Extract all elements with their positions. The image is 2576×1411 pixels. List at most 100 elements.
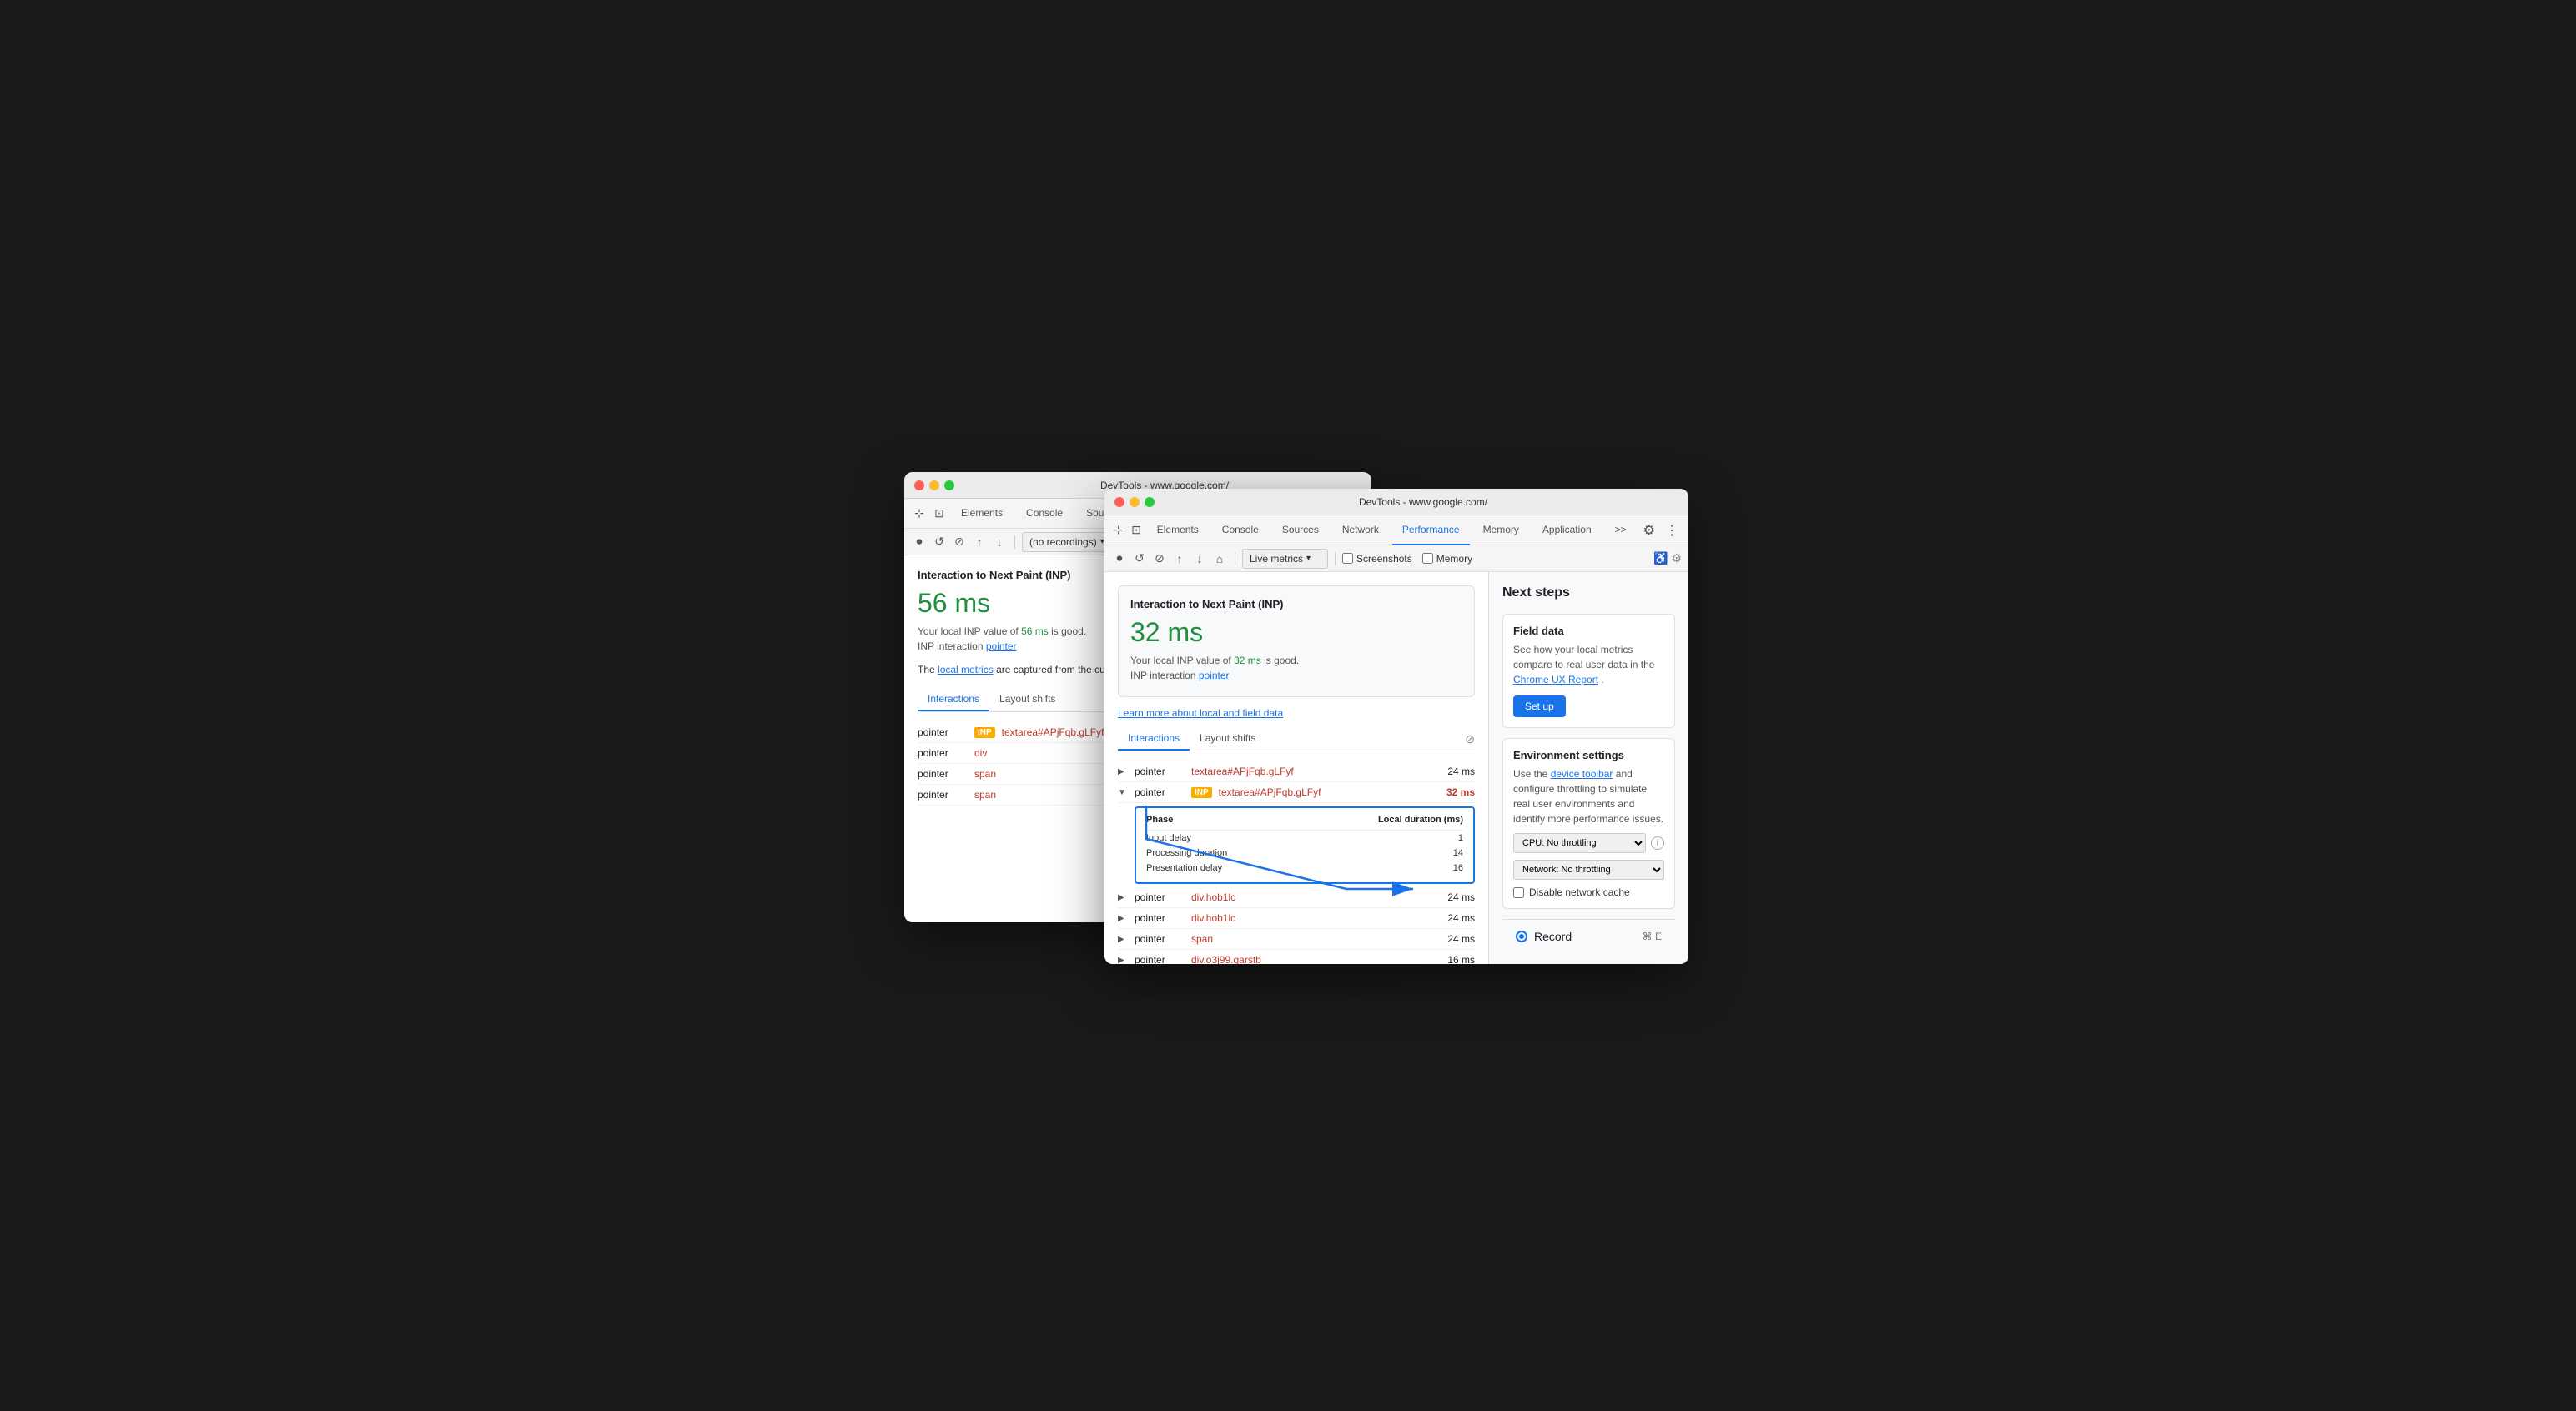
devtools-window-front: DevTools - www.google.com/ ⊹ ⊡ Elements … xyxy=(1104,489,1688,964)
row-arrow-front-3[interactable]: ▶ xyxy=(1118,914,1128,923)
layers-icon-front[interactable]: ⊡ xyxy=(1129,522,1143,539)
sep1-back xyxy=(1014,535,1015,549)
interaction-row-5-front: ▶ pointer div.o3j99.qarstb 16 ms xyxy=(1118,950,1475,964)
network-select[interactable]: Network: No throttling xyxy=(1513,860,1664,880)
tab-bar-front: ⊹ ⊡ Elements Console Sources Network Per… xyxy=(1104,515,1688,545)
record-area: Record ⌘ E xyxy=(1502,919,1675,953)
next-steps-title: Next steps xyxy=(1502,585,1675,600)
row-element-front-3[interactable]: div.hob1lc xyxy=(1191,912,1426,924)
upload-icon-front[interactable]: ↑ xyxy=(1171,550,1188,567)
tab-elements-front[interactable]: Elements xyxy=(1147,515,1209,545)
phase-table-front: Phase Local duration (ms) Input delay 1 … xyxy=(1135,806,1475,884)
cpu-info-icon[interactable]: i xyxy=(1651,836,1664,850)
row-arrow-front-0[interactable]: ▶ xyxy=(1118,767,1128,776)
interaction-row-4-front: ▶ pointer span 24 ms xyxy=(1118,929,1475,950)
sep2-front xyxy=(1335,552,1336,565)
setup-button[interactable]: Set up xyxy=(1513,695,1566,717)
record-button[interactable]: Record xyxy=(1516,930,1572,943)
row-arrow-front-1[interactable]: ▼ xyxy=(1118,788,1128,797)
upload-icon-back[interactable]: ↑ xyxy=(971,534,988,550)
clear-interactions-icon-front[interactable]: ⊘ xyxy=(1465,732,1475,746)
inp-value-front: 32 ms xyxy=(1130,617,1462,648)
download-icon-back[interactable]: ↓ xyxy=(991,534,1008,550)
row-element-front-2[interactable]: div.hob1lc xyxy=(1191,891,1426,903)
live-metrics-dropdown-front[interactable]: Live metrics ▾ xyxy=(1242,549,1328,569)
home-icon-front[interactable]: ⌂ xyxy=(1211,550,1228,567)
tab-layout-shifts-front[interactable]: Layout shifts xyxy=(1190,727,1265,751)
tab-more-front[interactable]: >> xyxy=(1605,515,1637,545)
interaction-row-3-front: ▶ pointer div.hob1lc 24 ms xyxy=(1118,908,1475,929)
cursor-icon-front[interactable]: ⊹ xyxy=(1111,522,1125,539)
row-element-front-0[interactable]: textarea#APjFqb.gLFyf xyxy=(1191,766,1426,777)
tab-memory-front[interactable]: Memory xyxy=(1473,515,1529,545)
row-type-front-4: pointer xyxy=(1135,933,1185,945)
interaction-row-2-front: ▶ pointer div.hob1lc 24 ms xyxy=(1118,887,1475,908)
close-button-front[interactable] xyxy=(1114,497,1124,507)
maximize-button-front[interactable] xyxy=(1145,497,1155,507)
memory-checkbox-front[interactable]: Memory xyxy=(1422,553,1472,565)
record-icon-front[interactable]: ⏺ xyxy=(1111,550,1128,567)
disable-cache-checkbox[interactable] xyxy=(1513,887,1524,898)
phase-table-header: Phase Local duration (ms) xyxy=(1146,815,1463,831)
settings-icon2-front[interactable]: ⚙ xyxy=(1671,551,1682,565)
field-data-title: Field data xyxy=(1513,625,1664,637)
row-element-front-4[interactable]: span xyxy=(1191,933,1426,945)
row-type-back-3: pointer xyxy=(918,789,968,801)
row-badge-front-1: INP xyxy=(1191,787,1212,798)
tab-interactions-back[interactable]: Interactions xyxy=(918,688,989,711)
maximize-button-back[interactable] xyxy=(944,480,954,490)
local-metrics-link-back[interactable]: local metrics xyxy=(938,664,994,675)
row-element-front-1[interactable]: textarea#APjFqb.gLFyf xyxy=(1219,786,1426,798)
phase-row-2: Presentation delay 16 xyxy=(1146,861,1463,876)
device-toolbar-link[interactable]: device toolbar xyxy=(1551,768,1613,780)
phase-row-1: Processing duration 14 xyxy=(1146,846,1463,861)
minimize-button-front[interactable] xyxy=(1130,497,1140,507)
row-arrow-front-4[interactable]: ▶ xyxy=(1118,935,1128,944)
cpu-select[interactable]: CPU: No throttling xyxy=(1513,833,1646,853)
tab-interactions-front[interactable]: Interactions xyxy=(1118,727,1190,751)
tab-elements-back[interactable]: Elements xyxy=(951,499,1013,529)
row-type-front-1: pointer xyxy=(1135,786,1185,798)
tab-console-front[interactable]: Console xyxy=(1212,515,1269,545)
tab-performance-front[interactable]: Performance xyxy=(1392,515,1470,545)
row-type-front-2: pointer xyxy=(1135,891,1185,903)
screenshots-checkbox-front[interactable]: Screenshots xyxy=(1342,553,1412,565)
settings-icon-front[interactable]: ⚙ xyxy=(1640,519,1658,542)
clear-icon-front[interactable]: ⊘ xyxy=(1151,550,1168,567)
reload-icon-back[interactable]: ↺ xyxy=(931,534,948,550)
row-element-front-5[interactable]: div.o3j99.qarstb xyxy=(1191,954,1426,964)
minimize-button-back[interactable] xyxy=(929,480,939,490)
row-duration-front-2: 24 ms xyxy=(1433,891,1475,903)
tab-sources-front[interactable]: Sources xyxy=(1272,515,1329,545)
inp-interaction-link-front[interactable]: pointer xyxy=(1199,670,1230,681)
more-icon-front[interactable]: ⋮ xyxy=(1662,519,1682,542)
interaction-row-1-front: ▼ pointer INP textarea#APjFqb.gLFyf 32 m… xyxy=(1118,782,1475,803)
field-data-desc: See how your local metrics compare to re… xyxy=(1513,642,1664,687)
row-badge-back-0: INP xyxy=(974,727,995,738)
inp-interaction-link-back[interactable]: pointer xyxy=(986,640,1017,652)
inp-title-front: Interaction to Next Paint (INP) xyxy=(1130,598,1462,610)
row-type-back-2: pointer xyxy=(918,768,968,780)
record-icon-back[interactable]: ⏺ xyxy=(911,534,928,550)
panel-tabs-front: Interactions Layout shifts ⊘ xyxy=(1118,727,1475,751)
row-type-front-3: pointer xyxy=(1135,912,1185,924)
cursor-icon-back[interactable]: ⊹ xyxy=(911,505,928,522)
row-arrow-front-2[interactable]: ▶ xyxy=(1118,893,1128,902)
layers-icon-back[interactable]: ⊡ xyxy=(931,505,948,522)
tab-layout-shifts-back[interactable]: Layout shifts xyxy=(989,688,1065,711)
title-bar-front: DevTools - www.google.com/ xyxy=(1104,489,1688,515)
interaction-row-expanded-1-front: ▼ pointer INP textarea#APjFqb.gLFyf 32 m… xyxy=(1118,782,1475,884)
chrome-ux-report-link[interactable]: Chrome UX Report xyxy=(1513,674,1598,685)
row-type-back-1: pointer xyxy=(918,747,968,759)
download-icon-front[interactable]: ↓ xyxy=(1191,550,1208,567)
reload-icon-front[interactable]: ↺ xyxy=(1131,550,1148,567)
row-duration-front-1: 32 ms xyxy=(1433,786,1475,798)
learn-more-link-front[interactable]: Learn more about local and field data xyxy=(1118,707,1475,719)
tab-network-front[interactable]: Network xyxy=(1332,515,1389,545)
close-button-back[interactable] xyxy=(914,480,924,490)
tab-application-front[interactable]: Application xyxy=(1532,515,1602,545)
clear-icon-back[interactable]: ⊘ xyxy=(951,534,968,550)
row-arrow-front-5[interactable]: ▶ xyxy=(1118,956,1128,965)
accessibility-icon-front[interactable]: ♿ xyxy=(1653,551,1668,565)
tab-console-back[interactable]: Console xyxy=(1016,499,1073,529)
